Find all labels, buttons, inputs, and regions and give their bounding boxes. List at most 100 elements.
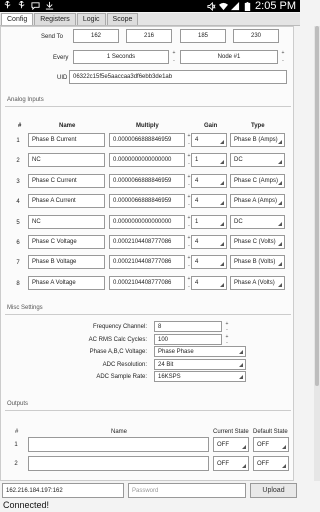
battery-icon (244, 1, 251, 11)
spin-down-icon[interactable]: - (188, 243, 190, 249)
analog-type-select[interactable]: Phase A (Volts) (230, 276, 285, 290)
tab-config[interactable]: Config (1, 13, 34, 25)
analog-name-field[interactable]: Phase C Current (28, 174, 105, 188)
analog-multiply-field[interactable]: 0.0002104408777086 (109, 255, 185, 269)
out-col-default: Default State (253, 429, 288, 435)
row-number: 6 (16, 240, 20, 246)
analog-type-select[interactable]: Phase C (Volts) (230, 235, 285, 249)
analog-gain-select[interactable]: 4 (191, 194, 227, 208)
col-name: Name (59, 123, 76, 129)
analog-multiply-field[interactable]: 0.0002104408777086 (109, 235, 185, 249)
interval-field[interactable]: 1 Seconds (73, 50, 169, 64)
analog-type-select[interactable]: Phase C (Amps) (230, 174, 285, 188)
analog-type-select[interactable]: Phase A (Amps) (230, 194, 285, 208)
spin-down-icon[interactable]: - (188, 202, 190, 208)
analog-multiply-field[interactable]: 0.0000066888846959 (109, 133, 185, 147)
uid-label: UID (57, 75, 68, 81)
ip-octet-3[interactable]: 185 (180, 29, 226, 43)
output-current-select[interactable]: OFF (213, 437, 249, 452)
misc-stepper[interactable]: + - (223, 334, 231, 346)
analog-name-field[interactable]: NC (28, 153, 105, 167)
spin-up-icon[interactable]: + (188, 194, 191, 200)
analog-type-select[interactable]: Phase B (Amps) (230, 133, 285, 147)
out-col-num: # (15, 429, 19, 435)
interval-stepper[interactable]: + - (170, 50, 178, 64)
scrollbar-thumb[interactable] (315, 26, 319, 386)
analog-multiply-field[interactable]: 0.0000066888846959 (109, 174, 185, 188)
spin-up-icon[interactable]: + (173, 50, 176, 56)
ip-address-input[interactable]: 162.216.184.197:162 (2, 483, 124, 498)
spin-down-icon[interactable]: - (188, 223, 190, 229)
row-number: 8 (16, 281, 20, 287)
analog-type-select[interactable]: Phase B (Volts) (230, 255, 285, 269)
analog-multiply-field[interactable]: 0.0000066888846959 (109, 194, 185, 208)
analog-type-select[interactable]: DC (230, 153, 285, 167)
tab-registers[interactable]: Registers (34, 13, 76, 25)
config-panel: Send To 162 216 185 230 Every 1 Seconds … (0, 26, 294, 481)
row-number: 5 (16, 220, 20, 226)
analog-name-field[interactable]: NC (28, 215, 105, 229)
analog-gain-select[interactable]: 1 (191, 215, 227, 229)
usb-icon (4, 1, 11, 9)
analog-multiply-field[interactable]: 0.0002104408777086 (109, 276, 185, 290)
misc-stepper[interactable]: + - (223, 321, 231, 333)
node-stepper[interactable]: + - (279, 50, 287, 64)
analog-gain-select[interactable]: 4 (191, 174, 227, 188)
analog-name-field[interactable]: Phase C Voltage (28, 235, 105, 249)
analog-name-field[interactable]: Phase A Voltage (28, 276, 105, 290)
output-default-select[interactable]: OFF (253, 437, 289, 452)
analog-gain-select[interactable]: 4 (191, 276, 227, 290)
spin-up-icon[interactable]: + (188, 215, 191, 221)
spin-up-icon[interactable]: + (188, 255, 191, 261)
output-name-field[interactable] (28, 456, 209, 471)
analog-gain-select[interactable]: 4 (191, 255, 227, 269)
download-icon (45, 1, 54, 10)
spin-down-icon[interactable]: - (188, 182, 190, 188)
spin-up-icon[interactable]: + (188, 276, 191, 282)
spin-down-icon[interactable]: - (173, 58, 175, 64)
vertical-scrollbar[interactable] (314, 26, 320, 481)
outputs-title: Outputs (7, 401, 29, 407)
output-row-number: 2 (14, 461, 18, 467)
ip-octet-1[interactable]: 162 (73, 29, 119, 43)
misc-field[interactable]: 8 (154, 321, 222, 332)
spin-up-icon[interactable]: + (188, 235, 191, 241)
signal-icon (231, 1, 240, 10)
spin-up-icon[interactable]: + (188, 174, 191, 180)
spin-up-icon[interactable]: + (188, 153, 191, 159)
upload-button[interactable]: Upload (250, 483, 297, 498)
tab-scope[interactable]: Scope (106, 13, 139, 25)
spin-down-icon[interactable]: - (188, 284, 190, 290)
misc-field[interactable]: Phase Phase (154, 346, 246, 357)
analog-name-field[interactable]: Phase A Current (28, 194, 105, 208)
spin-down-icon[interactable]: - (226, 327, 228, 333)
output-current-select[interactable]: OFF (213, 456, 249, 471)
analog-gain-select[interactable]: 1 (191, 153, 227, 167)
tab-logic[interactable]: Logic (76, 13, 106, 25)
spin-up-icon[interactable]: + (282, 50, 285, 56)
spin-down-icon[interactable]: - (282, 58, 284, 64)
spin-up-icon[interactable]: + (188, 133, 191, 139)
analog-multiply-field[interactable]: 0.0000000000000000 (109, 153, 185, 167)
analog-gain-select[interactable]: 4 (191, 133, 227, 147)
spin-down-icon[interactable]: - (188, 161, 190, 167)
uid-field[interactable]: 06322c15f5e5aaccaa3df6ebb3de1ab (69, 70, 287, 84)
analog-type-select[interactable]: DC (230, 215, 285, 229)
ip-octet-2[interactable]: 216 (126, 29, 172, 43)
output-default-select[interactable]: OFF (253, 456, 289, 471)
output-name-field[interactable] (28, 437, 209, 452)
node-field[interactable]: Node #1 (180, 50, 278, 64)
misc-label: AC RMS Calc Cycles: (88, 337, 147, 343)
misc-field[interactable]: 16KSPS (154, 371, 246, 382)
spin-down-icon[interactable]: - (188, 141, 190, 147)
ip-octet-4[interactable]: 230 (233, 29, 279, 43)
analog-name-field[interactable]: Phase B Voltage (28, 255, 105, 269)
misc-field[interactable]: 24 Bit (154, 359, 246, 370)
analog-gain-select[interactable]: 4 (191, 235, 227, 249)
analog-multiply-field[interactable]: 0.0000000000000000 (109, 215, 185, 229)
col-gain: Gain (204, 123, 218, 129)
spin-down-icon[interactable]: - (188, 263, 190, 269)
misc-field[interactable]: 100 (154, 334, 222, 345)
analog-name-field[interactable]: Phase B Current (28, 133, 105, 147)
password-input[interactable]: Password (128, 483, 246, 498)
